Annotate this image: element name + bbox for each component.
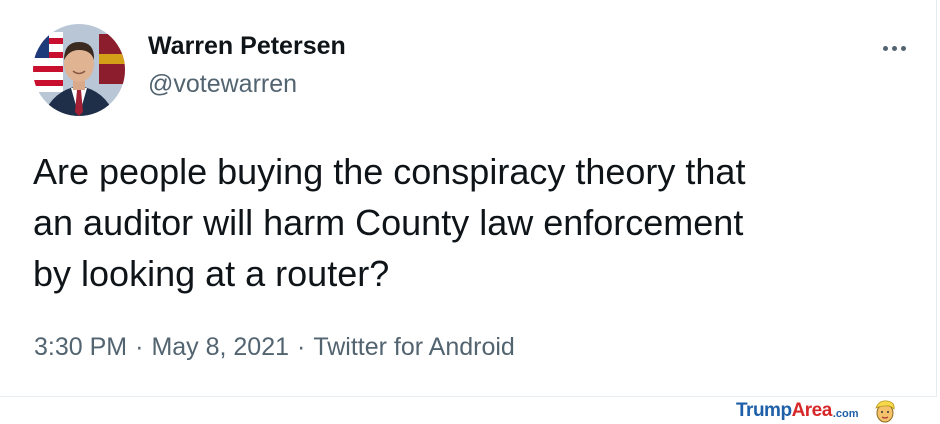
tweet-text-line: Are people buying the conspiracy theory …	[33, 151, 746, 192]
tweet-time[interactable]: 3:30 PM	[34, 333, 127, 361]
meta-separator: ·	[297, 333, 306, 361]
avatar[interactable]	[33, 24, 125, 116]
watermark-text-trump: Trump	[736, 400, 792, 421]
avatar-photo	[33, 24, 125, 116]
watermark-text-area: Area	[791, 400, 833, 421]
tweet-text-line: an auditor will harm County law enforcem…	[33, 202, 744, 243]
tweet-date[interactable]: May 8, 2021	[151, 333, 289, 361]
tweet-source: Twitter for Android	[313, 333, 515, 361]
tweet-card: Warren Petersen @votewarren Are people b…	[0, 0, 937, 397]
watermark: Trump Area .com	[736, 399, 897, 423]
cartoon-face-icon	[873, 399, 897, 423]
author-handle[interactable]: @votewarren	[148, 70, 297, 99]
watermark-text-suffix: .com	[832, 407, 859, 420]
more-options-button[interactable]	[872, 30, 916, 66]
tweet-meta: 3:30 PM · May 8, 2021 · Twitter for Android	[34, 333, 515, 362]
tweet-text: Are people buying the conspiracy theory …	[33, 146, 913, 299]
more-horizontal-icon	[881, 45, 908, 51]
screenshot-canvas: Warren Petersen @votewarren Are people b…	[0, 0, 940, 424]
tweet-text-line: by looking at a router?	[33, 253, 390, 294]
meta-separator: ·	[135, 333, 144, 361]
author-display-name[interactable]: Warren Petersen	[148, 32, 346, 61]
